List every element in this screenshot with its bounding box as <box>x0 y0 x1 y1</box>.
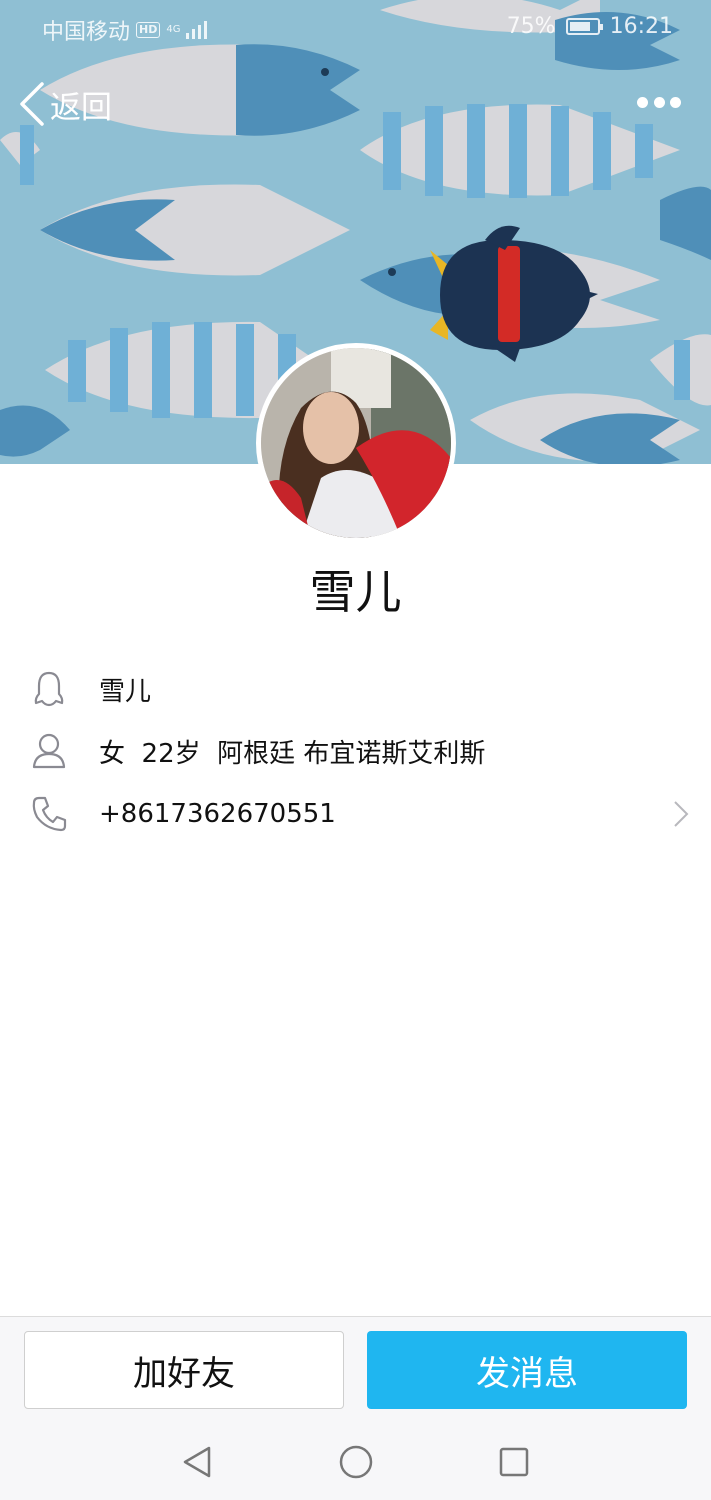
status-bar: 中国移动 HD 4G 75% 16:21 <box>0 0 711 56</box>
nav-home-icon[interactable] <box>336 1442 376 1482</box>
person-icon <box>30 731 68 771</box>
avatar-photo <box>261 348 451 538</box>
chevron-left-icon <box>20 82 44 126</box>
avatar[interactable] <box>256 343 456 543</box>
add-friend-button[interactable]: 加好友 <box>24 1331 344 1409</box>
battery-icon <box>565 18 603 35</box>
signal-icon <box>186 21 208 39</box>
nav-back-icon[interactable] <box>177 1442 217 1482</box>
nav-recents-icon[interactable] <box>494 1442 534 1482</box>
back-label: 返回 <box>50 89 112 126</box>
more-options-button[interactable] <box>637 90 681 114</box>
battery-percent: 75% <box>506 14 556 39</box>
clock: 16:21 <box>609 14 673 39</box>
more-dots-icon <box>637 96 648 108</box>
profile-nickname: 雪儿 <box>309 565 402 619</box>
hd-badge: HD <box>136 22 161 38</box>
phone-number: +8617362670551 <box>99 799 336 829</box>
more-dot <box>670 96 681 108</box>
qq-name: 雪儿 <box>99 676 152 707</box>
network-type: 4G <box>166 24 181 35</box>
action-bar: 加好友 发消息 <box>0 1316 711 1422</box>
chevron-right-icon <box>674 801 689 827</box>
send-message-button[interactable]: 发消息 <box>367 1331 687 1409</box>
more-dot <box>653 96 665 108</box>
carrier-name: 中国移动 <box>42 20 131 45</box>
penguin-icon <box>30 669 68 709</box>
qq-name-row: 雪儿 <box>0 660 711 718</box>
personal-info-row: 女 22岁 阿根廷 布宜诺斯艾利斯 <box>0 722 711 780</box>
gender: 女 <box>99 738 126 769</box>
age: 22岁 <box>141 738 201 769</box>
phone-icon <box>30 794 68 834</box>
back-button[interactable]: 返回 <box>18 80 112 128</box>
system-nav-bar <box>0 1422 711 1500</box>
phone-row[interactable]: +8617362670551 <box>0 785 711 843</box>
personal-info-text: 女 22岁 阿根廷 布宜诺斯艾利斯 <box>99 733 485 770</box>
location: 阿根廷 布宜诺斯艾利斯 <box>217 738 486 769</box>
